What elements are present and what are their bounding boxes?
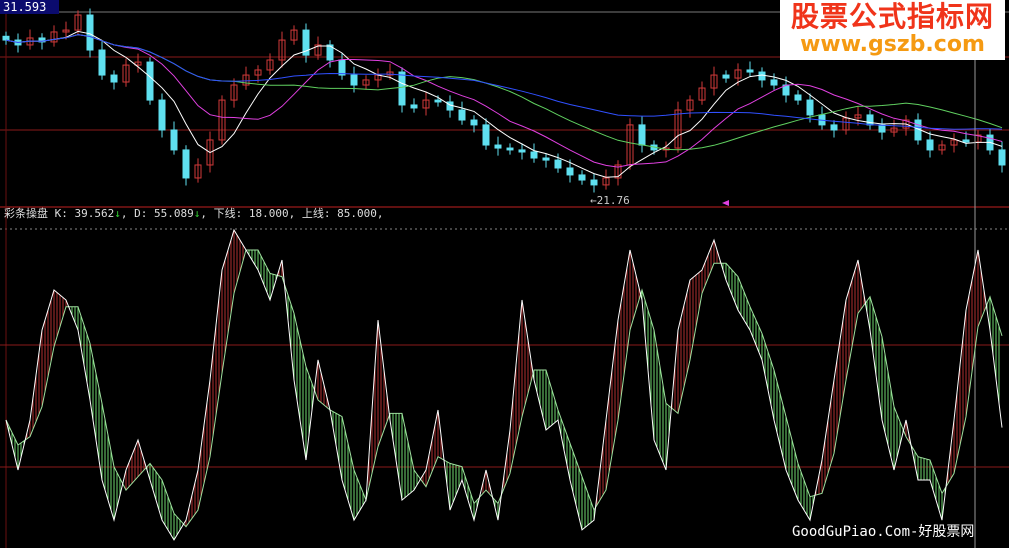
- candle-body: [542, 157, 550, 161]
- candle-body: [146, 61, 154, 101]
- indicator-name: 彩条操盘: [4, 207, 48, 220]
- upper-line-label: 上线:: [301, 207, 331, 220]
- candle-body: [506, 147, 514, 151]
- candle-body: [530, 151, 538, 159]
- candle-body: [86, 14, 94, 51]
- candle-body: [830, 124, 838, 131]
- logo-title: 股票公式指标网: [790, 0, 994, 33]
- lower-line-value: 18.000: [248, 207, 289, 220]
- candle-body: [434, 99, 442, 103]
- price-high-label: 31.593: [0, 0, 59, 14]
- k-label: K:: [54, 207, 68, 220]
- candle-body: [722, 74, 730, 79]
- candle-body: [878, 124, 886, 133]
- candle-body: [350, 74, 358, 86]
- candle-body: [554, 159, 562, 169]
- d-value: 55.089: [154, 207, 194, 220]
- candle-body: [866, 114, 874, 126]
- watermark: GoodGuPiao.Com-好股票网: [792, 524, 975, 540]
- candle-body: [746, 69, 754, 73]
- candle-body: [590, 179, 598, 186]
- candle-body: [158, 99, 166, 131]
- k-value: 39.562: [74, 207, 115, 220]
- stock-chart: [0, 0, 1009, 548]
- k-line: [5, 228, 1003, 541]
- candle-body: [998, 149, 1006, 166]
- candle-body: [338, 59, 346, 76]
- candle-body: [518, 149, 526, 153]
- indicator-legend: 彩条操盘 K: 39.562↓, D: 55.089↓, 下线: 18.000,…: [4, 207, 384, 220]
- candle-body: [794, 94, 802, 101]
- candle-body: [98, 49, 106, 76]
- price-low-label: ←21.76: [590, 194, 630, 207]
- d-down-arrow-icon: ↓: [193, 207, 201, 220]
- candle-body: [770, 79, 778, 86]
- candle-body: [110, 74, 118, 83]
- upper-line-value: 85.000: [337, 207, 377, 220]
- candle-body: [806, 99, 814, 116]
- candle-body: [182, 149, 190, 179]
- candle-body: [170, 129, 178, 151]
- candle-body: [482, 124, 490, 146]
- logo-url: www.gszb.com: [800, 32, 985, 57]
- d-label: D:: [134, 207, 148, 220]
- candle-body: [962, 139, 970, 143]
- candle-body: [470, 119, 478, 126]
- candle-body: [758, 71, 766, 81]
- current-position-marker-icon: [722, 200, 729, 206]
- candle-body: [638, 124, 646, 146]
- k-down-arrow-icon: ↓: [114, 207, 121, 220]
- candle-body: [566, 167, 574, 176]
- lower-line-label: 下线:: [213, 207, 243, 220]
- candle-body: [410, 104, 418, 109]
- candle-body: [458, 109, 466, 121]
- candle-body: [494, 144, 502, 149]
- candle-body: [398, 71, 406, 106]
- candle-body: [926, 139, 934, 151]
- site-logo: 股票公式指标网 www.gszb.com: [780, 0, 1005, 60]
- candle-body: [2, 35, 10, 41]
- candle-body: [578, 174, 586, 181]
